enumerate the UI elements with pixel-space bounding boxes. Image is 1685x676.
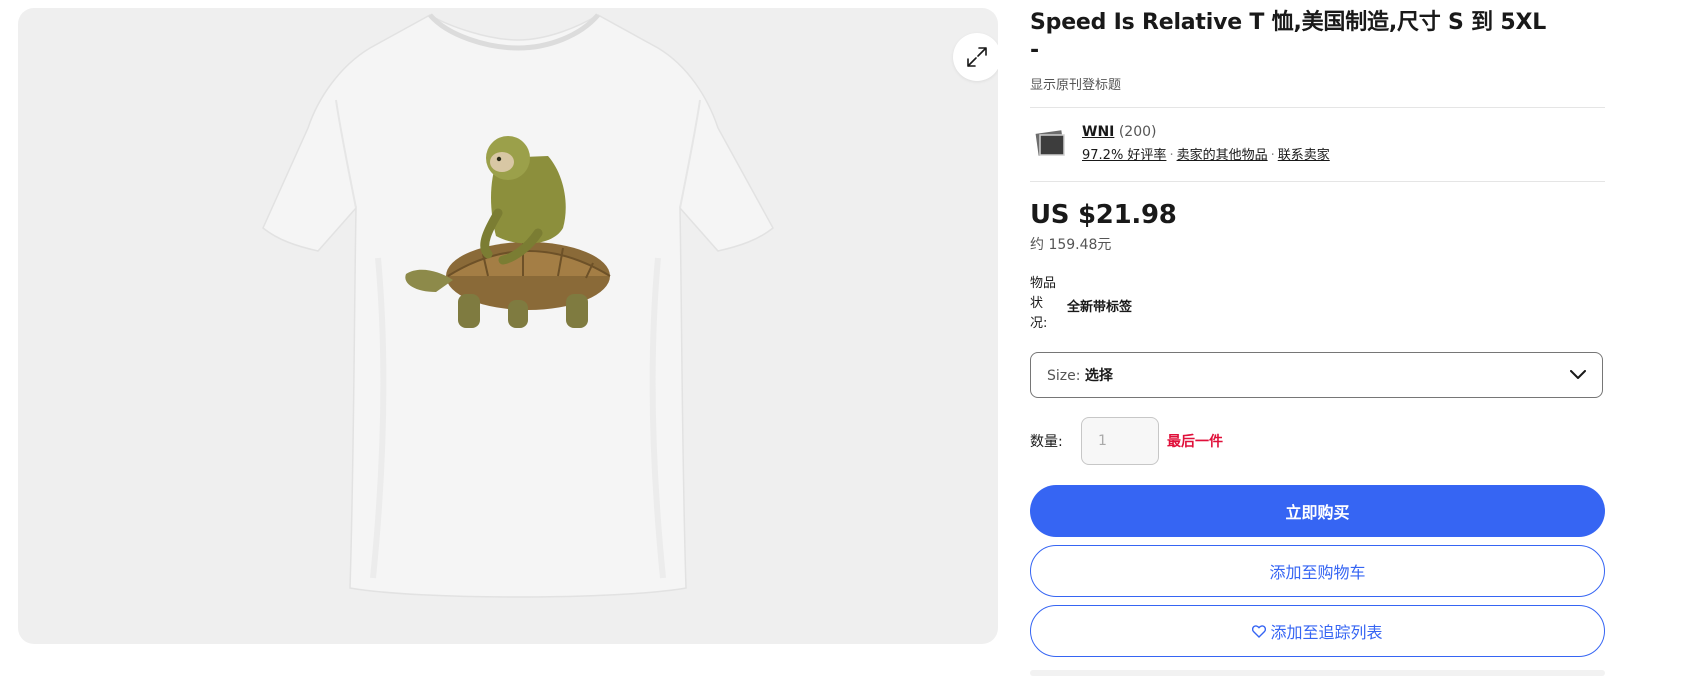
seller-other-items-link[interactable]: 卖家的其他物品 (1177, 148, 1268, 163)
product-image-gallery[interactable] (18, 8, 998, 644)
next-section-edge (1030, 670, 1605, 676)
condition-value: 全新带标签 (1067, 300, 1133, 315)
add-to-watchlist-button[interactable]: 添加至追踪列表 (1030, 605, 1605, 657)
last-one-notice: 最后一件 (1167, 434, 1223, 450)
price-approx: 约 159.48元 (1030, 237, 1112, 253)
quantity-input[interactable] (1081, 417, 1159, 465)
size-value: 选择 (1084, 368, 1113, 384)
size-select-text: Size: 选择 (1047, 365, 1113, 385)
buy-now-button[interactable]: 立即购买 (1030, 485, 1605, 537)
add-to-watchlist-label: 添加至追踪列表 (1270, 623, 1383, 642)
listing-title: Speed Is Relative T 恤,美国制造,尺寸 S 到 5XL (1030, 10, 1547, 35)
add-to-cart-label: 添加至购物车 (1269, 563, 1366, 582)
seller-positive-rate-link[interactable]: 97.2% 好评率 (1082, 148, 1166, 163)
seller-name-row: WNI (200) (1082, 124, 1156, 140)
add-to-cart-button[interactable]: 添加至购物车 (1030, 545, 1605, 597)
divider (1030, 107, 1605, 108)
seller-feedback-count: (200) (1118, 124, 1157, 140)
expand-image-button[interactable] (953, 33, 998, 81)
show-original-title-link[interactable]: 显示原刊登标题 (1030, 74, 1121, 93)
separator: · (1270, 148, 1275, 163)
chevron-down-icon (1570, 370, 1586, 379)
seller-logo[interactable] (1034, 126, 1068, 160)
separator: · (1169, 148, 1174, 163)
expand-icon (967, 47, 987, 67)
size-select[interactable]: Size: 选择 (1030, 352, 1603, 398)
buy-now-label: 立即购买 (1285, 503, 1350, 522)
divider (1030, 181, 1605, 182)
contact-seller-link[interactable]: 联系卖家 (1278, 148, 1330, 163)
price: US $21.98 (1030, 200, 1177, 230)
seller-links: 97.2% 好评率 · 卖家的其他物品 · 联系卖家 (1082, 144, 1330, 163)
listing-title-suffix: - (1030, 38, 1040, 63)
quantity-label: 数量: (1030, 434, 1063, 450)
seller-name-link[interactable]: WNI (1082, 124, 1114, 140)
condition-label: 物品状况: (1030, 276, 1057, 331)
size-label: Size: (1047, 368, 1081, 384)
heart-icon (1252, 624, 1267, 638)
product-image[interactable] (18, 8, 998, 644)
